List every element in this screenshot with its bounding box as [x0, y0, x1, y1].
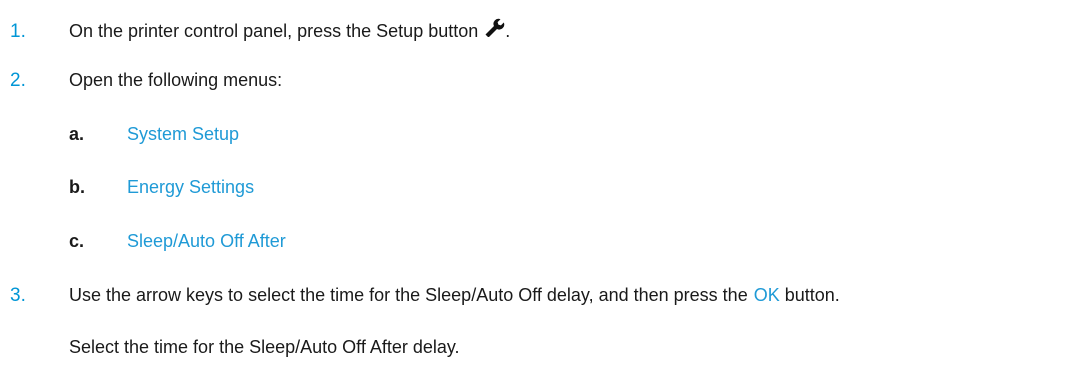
step-3-number: 3.	[10, 285, 26, 306]
step-1: 1. On the printer control panel, press t…	[10, 17, 510, 43]
menu-energy-settings: Energy Settings	[127, 177, 255, 197]
step-1-number: 1.	[10, 21, 26, 42]
step-2-number: 2.	[10, 70, 26, 91]
step-2-text: Open the following menus:	[69, 70, 283, 90]
substep-a-letter: a.	[69, 124, 85, 144]
substep-c-letter: c.	[69, 231, 85, 251]
ok-button-label: OK	[753, 285, 780, 305]
substep-b: b. Energy Settings	[69, 177, 254, 198]
wrench-icon	[483, 17, 505, 38]
step-1-text: On the printer control panel, press the …	[69, 21, 479, 41]
substep-b-letter: b.	[69, 177, 85, 197]
substep-a: a. System Setup	[69, 124, 239, 145]
step-3-text: Use the arrow keys to select the time fo…	[69, 285, 748, 305]
step-3-note-text: Select the time for the Sleep/Auto Off A…	[69, 337, 460, 357]
step-2: 2. Open the following menus:	[10, 70, 282, 92]
instruction-document: 1. On the printer control panel, press t…	[0, 0, 1092, 371]
substep-c: c. Sleep/Auto Off After	[69, 231, 286, 252]
step-3: 3. Use the arrow keys to select the time…	[10, 285, 840, 307]
menu-sleep-auto-off-after: Sleep/Auto Off After	[127, 231, 286, 251]
step-3-note: Select the time for the Sleep/Auto Off A…	[69, 337, 460, 358]
step-3-text-end: button.	[784, 285, 840, 305]
menu-system-setup: System Setup	[127, 124, 240, 144]
step-1-period: .	[505, 21, 511, 41]
